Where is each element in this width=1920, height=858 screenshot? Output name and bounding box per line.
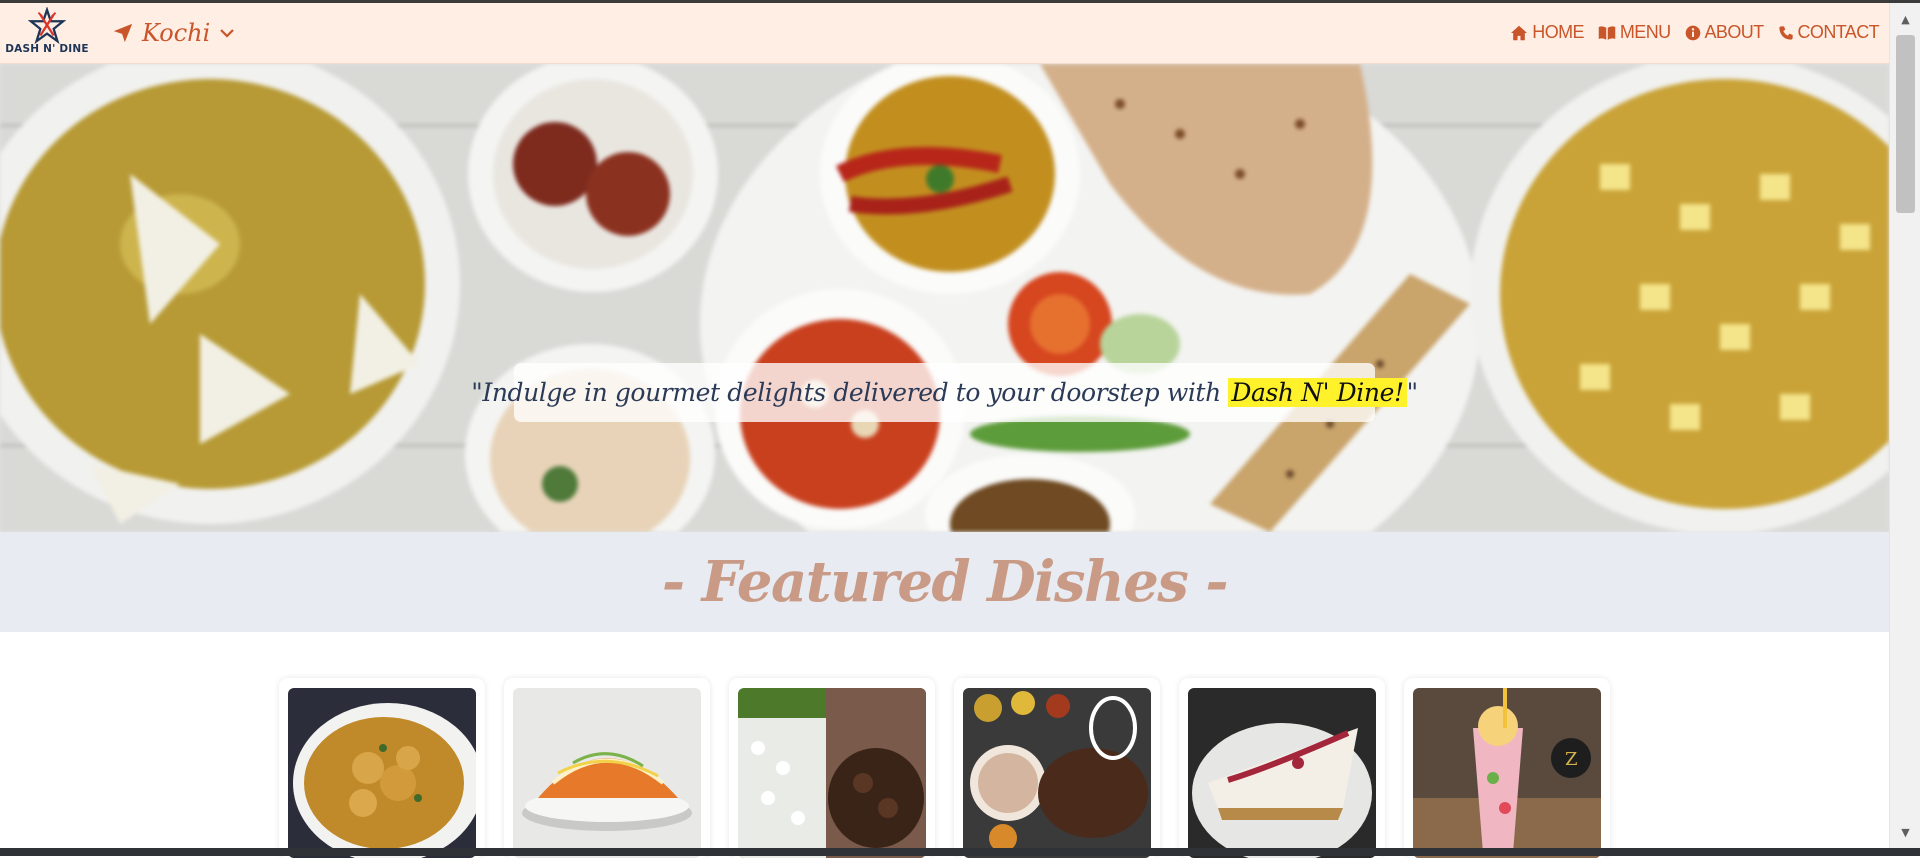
dish-card-falooda[interactable]: Z — [1404, 678, 1610, 858]
nav-contact-label: CONTACT — [1797, 22, 1880, 42]
dish-card-thali-meal[interactable] — [954, 678, 1160, 858]
svg-text:Z: Z — [1565, 749, 1578, 770]
logo-star-icon — [28, 7, 66, 45]
hero-quote-box: "Indulge in gourmet delights delivered t… — [471, 363, 1418, 422]
chevron-down-icon — [220, 29, 235, 38]
chicken-curry-image — [288, 688, 476, 858]
nav-home-link[interactable]: HOME — [1510, 22, 1585, 43]
hero-quote-end: " — [1406, 378, 1419, 407]
hero-quote-text: "Indulge in gourmet delights delivered t… — [471, 378, 1229, 407]
scroll-up-arrow-icon[interactable]: ▲ — [1890, 7, 1920, 31]
rice-and-beef-fry-image — [738, 688, 926, 858]
scroll-down-arrow-icon[interactable]: ▼ — [1890, 820, 1920, 844]
book-icon — [1598, 25, 1616, 40]
hero-food-image — [0, 64, 1889, 532]
page-scrollbar[interactable]: ▲ ▼ — [1889, 3, 1920, 848]
cheesecake-image — [1188, 688, 1376, 858]
nav-about-link[interactable]: ABOUT — [1685, 22, 1764, 43]
featured-dishes-grid: Z — [279, 678, 1610, 858]
scrollbar-thumb[interactable] — [1896, 35, 1915, 213]
hero-banner: "Indulge in gourmet delights delivered t… — [0, 64, 1889, 532]
nav-home-label: HOME — [1532, 22, 1584, 42]
hero-quote-brand-highlight: Dash N' Dine! — [1228, 378, 1407, 407]
navbar: DASH N' DINE Kochi HOME MENU ABOUT CONTA… — [0, 3, 1889, 64]
nav-menu-link[interactable]: MENU — [1598, 22, 1671, 43]
home-icon — [1511, 25, 1528, 40]
main-nav: HOME MENU ABOUT CONTACT — [1510, 22, 1880, 43]
thali-meal-image — [963, 688, 1151, 858]
location-selector[interactable]: Kochi — [112, 19, 236, 47]
nav-about-label: ABOUT — [1704, 22, 1765, 42]
dish-card-chicken-curry[interactable] — [279, 678, 485, 858]
featured-dishes-title: - Featured Dishes - — [661, 549, 1229, 615]
logo-text: DASH N' DINE — [5, 43, 89, 55]
hero-quote: "Indulge in gourmet delights delivered t… — [471, 378, 1418, 407]
location-name: Kochi — [142, 19, 211, 47]
nav-contact-link[interactable]: CONTACT — [1778, 22, 1880, 43]
brand-logo[interactable]: DASH N' DINE — [5, 7, 89, 61]
phone-icon — [1778, 25, 1793, 40]
window-bottom-bar — [0, 848, 1920, 856]
location-arrow-icon — [113, 23, 133, 43]
falooda-drink-image: Z — [1413, 688, 1601, 858]
dish-card-loaded-fries[interactable] — [504, 678, 710, 858]
dish-card-cheesecake[interactable] — [1179, 678, 1385, 858]
info-icon — [1685, 25, 1700, 40]
featured-dishes-header: - Featured Dishes - — [0, 532, 1889, 632]
nav-menu-label: MENU — [1619, 22, 1671, 42]
dish-card-rice-beef-fry[interactable] — [729, 678, 935, 858]
loaded-fries-image — [513, 688, 701, 858]
